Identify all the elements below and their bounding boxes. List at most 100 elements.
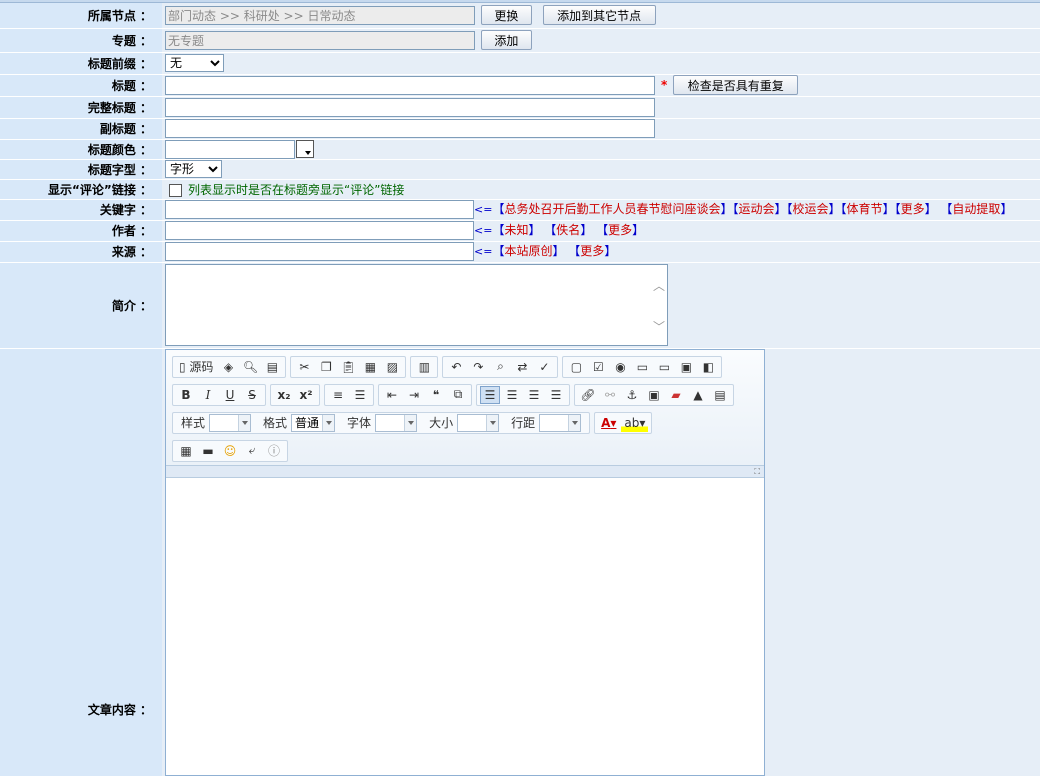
source-label: 来源 ： [0,241,162,263]
summary-textarea[interactable]: ︿ ﹀ [165,264,668,346]
font-color-button[interactable]: A ▾ [598,414,619,432]
italic-button[interactable]: I [198,386,218,404]
paste-icon[interactable]: 📋︎ [338,358,358,376]
scroll-up-icon[interactable]: ︿ [653,277,665,294]
link-icon[interactable]: 🔗︎ [578,386,598,404]
size-combo[interactable] [457,413,500,432]
author-link[interactable]: 佚名 [556,223,580,237]
node-field[interactable] [165,5,475,25]
media-icon[interactable]: ▲ [688,386,708,404]
check-duplicate-button[interactable]: 检查是否具有重复 [673,75,799,95]
author-more-link[interactable]: 更多 [608,223,632,237]
keyword-link[interactable]: 校运会 [793,202,829,216]
align-right-icon[interactable]: ☰ [524,386,544,404]
paste-text-icon[interactable]: ▦ [360,358,380,376]
style-combo[interactable] [209,413,252,432]
special-char-icon[interactable]: ⓘ [264,442,284,460]
bg-color-button[interactable]: ab ▾ [621,413,649,432]
editor-content-area[interactable] [166,477,764,775]
textfield-icon[interactable]: ▭ [632,358,652,376]
undo-icon[interactable]: ↶ [446,358,466,376]
indent-icon[interactable]: ⇥ [404,386,424,404]
maximize-icon[interactable]: ⛶ [754,467,760,477]
change-node-button[interactable]: 更换 [480,5,532,26]
title-label: 标题 ： [0,74,162,97]
redo-icon[interactable]: ↷ [468,358,488,376]
font-combo[interactable] [375,413,418,432]
template-icon[interactable]: ▤ [262,358,282,376]
title-color-input[interactable] [165,139,295,159]
keyword-link[interactable]: 运动会 [738,202,774,216]
hidden-field-icon[interactable]: ◧ [698,358,718,376]
source-button[interactable]: ▯ 源码 [176,358,216,376]
numbered-list-icon[interactable]: ≡ [328,386,348,404]
checkbox-icon[interactable]: ☑ [588,358,608,376]
subtitle-input[interactable] [165,119,655,138]
source-more-link[interactable]: 更多 [580,244,604,258]
image-icon[interactable]: ▣ [644,386,664,404]
page-break-icon[interactable]: ⤶ [242,442,262,460]
title-font-select[interactable]: 字形 [165,160,222,178]
subscript-button[interactable]: x₂ [274,386,294,404]
full-title-input[interactable] [165,97,655,117]
justify-icon[interactable]: ☰ [546,386,566,404]
form-icon[interactable]: ▢ [566,358,586,376]
blockquote-icon[interactable]: ❝ [426,386,446,404]
line-height-combo[interactable] [539,413,582,432]
replace-icon[interactable]: ⇄ [512,358,532,376]
paste-word-icon[interactable]: ▨ [382,358,402,376]
row-content: 文章内容 ： ▯ 源码 ◈ 🔍︎ ▤ ✂ ❐ 📋︎ ▦ ▨ ▥ ↶ ↷ ⌕ ⇄ … [0,348,1040,777]
title-input[interactable] [165,75,655,95]
outdent-icon[interactable]: ⇤ [382,386,402,404]
image-button-icon[interactable]: ▣ [676,358,696,376]
cut-icon[interactable]: ✂ [294,358,314,376]
table-icon[interactable]: ▦ [176,442,196,460]
comment-link-label: 显示“评论”链接 ： [0,179,162,200]
unlink-icon[interactable]: ⚯ [600,386,620,404]
author-input[interactable] [165,221,474,240]
keywords-more-link[interactable]: 更多 [901,202,925,216]
bulleted-list-icon[interactable]: ☰ [350,386,370,404]
line-height-label: 行距 [511,416,536,430]
align-center-icon[interactable]: ☰ [502,386,522,404]
horizontal-rule-icon[interactable]: ▬ [198,442,218,460]
flash-icon[interactable]: ▰ [666,386,686,404]
find-icon[interactable]: ⌕ [490,358,510,376]
add-topic-button[interactable]: 添加 [480,30,532,50]
div-icon[interactable]: ⧉ [448,386,468,404]
topic-field[interactable] [165,30,475,50]
print-icon[interactable]: ▥ [414,358,434,376]
keyword-link[interactable]: 体育节 [847,202,883,216]
spellcheck-icon[interactable]: ✓ [534,358,554,376]
copy-icon[interactable]: ❐ [316,358,336,376]
topic-label: 专题 ： [0,28,162,53]
file-icon[interactable]: ▤ [710,386,730,404]
add-to-other-node-button[interactable]: 添加到其它节点 [542,5,656,26]
find-doc-icon[interactable]: 🔍︎ [240,358,260,376]
keyword-link[interactable]: 总务处召开后勤工作人员春节慰问座谈会 [504,202,720,216]
source-input[interactable] [165,242,474,261]
color-picker-icon[interactable] [296,140,314,158]
summary-scrollbar[interactable]: ︿ ﹀ [649,265,667,345]
author-link[interactable]: 未知 [504,223,528,237]
row-comment-link: 显示“评论”链接 ： 列表显示时是否在标题旁显示“评论”链接 [0,179,1040,200]
radio-icon[interactable]: ◉ [610,358,630,376]
bold-button[interactable]: B [176,386,196,404]
required-mark: * [661,77,668,92]
comment-link-checkbox[interactable] [169,183,182,197]
scroll-down-icon[interactable]: ﹀ [653,318,665,335]
underline-button[interactable]: U [220,386,240,404]
row-full-title: 完整标题 ： [0,96,1040,119]
auto-extract-link[interactable]: 自动提取 [952,202,1000,216]
anchor-icon[interactable]: ⚓ [622,386,642,404]
prefix-select[interactable]: 无 [165,54,224,72]
textarea-icon[interactable]: ▭ [654,358,674,376]
format-combo[interactable]: 普通 [291,413,336,432]
strike-button[interactable]: S [242,386,262,404]
smiley-icon[interactable]: ☺ [220,442,240,460]
align-left-icon[interactable]: ☰ [480,385,500,404]
superscript-button[interactable]: x² [296,386,316,404]
keywords-input[interactable] [165,200,474,219]
source-link[interactable]: 本站原创 [504,244,552,258]
preview-icon[interactable]: ◈ [218,358,238,376]
